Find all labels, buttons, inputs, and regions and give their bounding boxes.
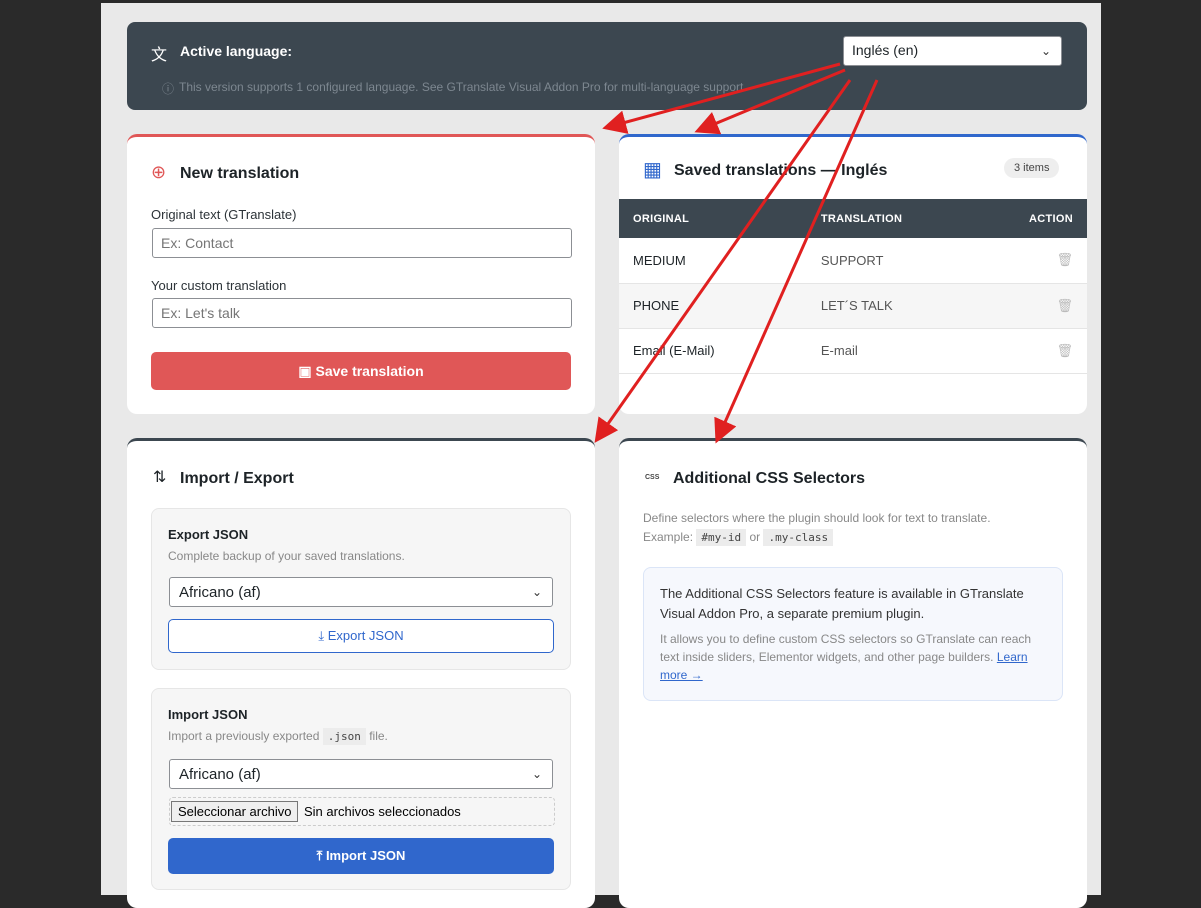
- arrow: [714, 79, 879, 444]
- arrow: [602, 62, 841, 134]
- annotation-arrows: [594, 62, 879, 444]
- arrow: [694, 68, 846, 135]
- arrow: [594, 79, 852, 443]
